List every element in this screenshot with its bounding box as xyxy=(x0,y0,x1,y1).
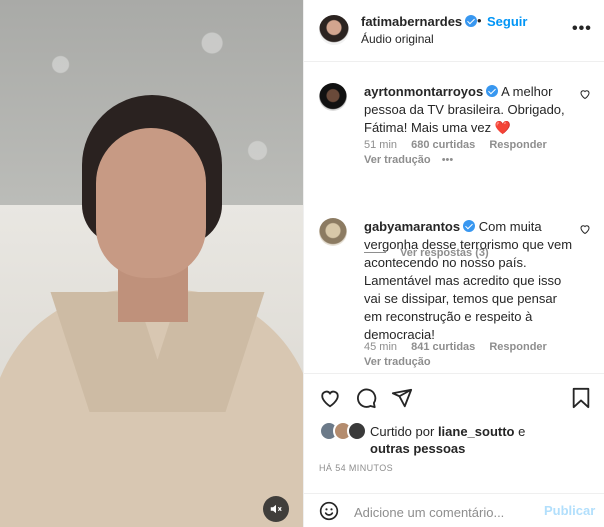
comment-meta: 51 min 680 curtidas Responder xyxy=(364,139,558,151)
audio-link[interactable]: Áudio original xyxy=(361,32,434,46)
translate-row: Ver tradução ••• xyxy=(364,154,453,166)
publish-button[interactable]: Publicar xyxy=(544,503,595,518)
comment-icon[interactable] xyxy=(355,387,377,409)
separator-dot: • xyxy=(477,13,482,28)
liker-avatar xyxy=(347,421,367,441)
heart-emoji: ❤️ xyxy=(494,120,511,135)
more-options-icon[interactable]: ••• xyxy=(572,20,592,38)
translate-link[interactable]: Ver tradução xyxy=(364,154,431,166)
follow-button[interactable]: Seguir xyxy=(487,14,527,29)
smiley-icon[interactable] xyxy=(319,501,339,521)
comment-time[interactable]: 51 min xyxy=(364,139,397,151)
author-avatar[interactable] xyxy=(319,15,349,45)
post-timestamp[interactable]: HÁ 54 MINUTOS xyxy=(319,463,393,473)
comment-text: Com muita vergonha desse terrorismo que … xyxy=(364,219,573,342)
comment-input[interactable] xyxy=(354,502,534,522)
heart-icon[interactable] xyxy=(319,387,341,409)
liked-by-prefix: Curtido por xyxy=(370,424,435,439)
comment-meta: 45 min 841 curtidas Responder xyxy=(364,341,558,353)
translate-link[interactable]: Ver tradução xyxy=(364,356,431,368)
liked-by-others[interactable]: outras pessoas xyxy=(370,441,465,456)
verified-badge-icon xyxy=(465,15,478,27)
commenter-username[interactable]: ayrtonmontarroyos xyxy=(364,84,483,99)
comment-body: ayrtonmontarroyos A melhor pessoa da TV … xyxy=(364,83,574,137)
reply-button[interactable]: Responder xyxy=(489,139,546,151)
post-side-panel: fatimabernardes • Seguir Áudio original … xyxy=(303,0,604,527)
liked-by-text: Curtido por liane_soutto e outras pessoa… xyxy=(370,423,525,457)
comment-body: gabyamarantos Com muita vergonha desse t… xyxy=(364,218,574,344)
translate-row: Ver tradução xyxy=(364,356,431,368)
reply-button[interactable]: Responder xyxy=(489,341,546,353)
video-person-face xyxy=(96,128,206,278)
liked-by-user[interactable]: liane_soutto xyxy=(438,424,515,439)
post-actions: Curtido por liane_soutto e outras pessoa… xyxy=(304,373,604,483)
post-header: fatimabernardes • Seguir Áudio original … xyxy=(304,0,604,62)
commenter-avatar[interactable] xyxy=(319,83,347,111)
bookmark-icon[interactable] xyxy=(571,387,591,409)
comment-composer: Publicar xyxy=(304,493,604,527)
author-username[interactable]: fatimabernardes xyxy=(361,14,478,29)
comment-like-heart-icon[interactable] xyxy=(579,88,591,100)
commenter-username[interactable]: gabyamarantos xyxy=(364,219,460,234)
verified-badge-icon xyxy=(486,85,499,97)
comment-like-heart-icon[interactable] xyxy=(579,223,591,235)
commenter-avatar[interactable] xyxy=(319,218,347,246)
comments-list: ayrtonmontarroyos A melhor pessoa da TV … xyxy=(304,63,604,373)
liked-by-conjunction: e xyxy=(518,424,526,439)
paper-plane-icon[interactable] xyxy=(391,387,413,409)
comment-likes[interactable]: 680 curtidas xyxy=(411,139,475,151)
reel-video[interactable] xyxy=(0,0,303,527)
comment-time[interactable]: 45 min xyxy=(364,341,397,353)
comment-likes[interactable]: 841 curtidas xyxy=(411,341,475,353)
verified-badge-icon xyxy=(463,220,476,232)
speaker-muted-icon[interactable] xyxy=(263,496,289,522)
comment-options-icon[interactable]: ••• xyxy=(442,154,454,166)
